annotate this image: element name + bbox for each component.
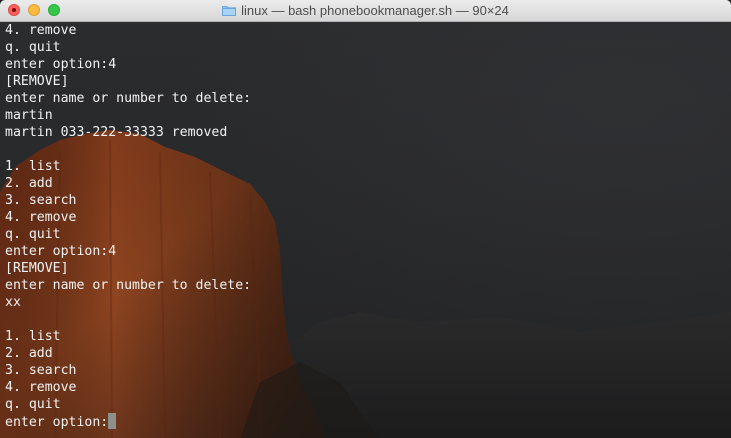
terminal-line-text: [REMOVE] — [5, 74, 69, 89]
terminal-line: enter option:4 — [5, 243, 731, 260]
terminal-line: 4. remove — [5, 209, 731, 226]
terminal-line-text: 4. remove — [5, 23, 77, 38]
terminal-line-text: enter option: — [5, 415, 109, 430]
terminal-line-text: [REMOVE] — [5, 261, 69, 276]
terminal-line-text: enter option:4 — [5, 57, 117, 72]
terminal-output[interactable]: 4. remove q. quit enter option:4 [REMOVE] en… — [5, 22, 731, 430]
terminal-line-text: martin — [5, 108, 53, 123]
title-bar[interactable]: linux — bash phonebookmanager.sh — 90×24 — [0, 0, 731, 22]
terminal-line-text: 2. add — [5, 346, 53, 361]
terminal-line: 1. list — [5, 328, 731, 345]
terminal-line-text: enter option:4 — [5, 244, 117, 259]
terminal-line-text: q. quit — [5, 40, 61, 55]
terminal-content[interactable]: 4. remove q. quit enter option:4 [REMOVE] en… — [0, 22, 731, 438]
terminal-line-text: 2. add — [5, 176, 53, 191]
terminal-line: 3. search — [5, 192, 731, 209]
terminal-line: q. quit — [5, 396, 731, 413]
terminal-line: 2. add — [5, 175, 731, 192]
terminal-line: 2. add — [5, 345, 731, 362]
terminal-line-text: 3. search — [5, 363, 77, 378]
terminal-line: 1. list — [5, 158, 731, 175]
terminal-line: xx — [5, 294, 731, 311]
terminal-window: linux — bash phonebookmanager.sh — 90×24 — [0, 0, 731, 438]
terminal-line-text: enter name or number to delete: — [5, 91, 252, 106]
terminal-line: q. quit — [5, 39, 731, 56]
text-cursor — [108, 413, 117, 429]
terminal-line-text: 4. remove — [5, 210, 77, 225]
terminal-line-text: q. quit — [5, 397, 61, 412]
terminal-line: q. quit — [5, 226, 731, 243]
terminal-line-text: q. quit — [5, 227, 61, 242]
terminal-line: enter name or number to delete: — [5, 277, 731, 294]
terminal-line-text: 1. list — [5, 159, 61, 174]
window-title-container: linux — bash phonebookmanager.sh — 90×24 — [0, 0, 731, 21]
window-title: linux — bash phonebookmanager.sh — 90×24 — [241, 3, 509, 18]
terminal-line: [REMOVE] — [5, 73, 731, 90]
terminal-line-text: 1. list — [5, 329, 61, 344]
terminal-line-text: 4. remove — [5, 380, 77, 395]
terminal-line-text: 3. search — [5, 193, 77, 208]
terminal-line: 4. remove — [5, 22, 731, 39]
terminal-line: enter option: — [5, 413, 731, 430]
terminal-line: 4. remove — [5, 379, 731, 396]
terminal-line: martin — [5, 107, 731, 124]
terminal-line-text: enter name or number to delete: — [5, 278, 252, 293]
folder-icon — [222, 5, 237, 16]
terminal-line-text: martin 033-222-33333 removed — [5, 125, 228, 140]
terminal-line-text: xx — [5, 295, 21, 310]
terminal-line: 3. search — [5, 362, 731, 379]
terminal-line: [REMOVE] — [5, 260, 731, 277]
terminal-line: martin 033-222-33333 removed — [5, 124, 731, 141]
terminal-line: enter name or number to delete: — [5, 90, 731, 107]
terminal-line: enter option:4 — [5, 56, 731, 73]
